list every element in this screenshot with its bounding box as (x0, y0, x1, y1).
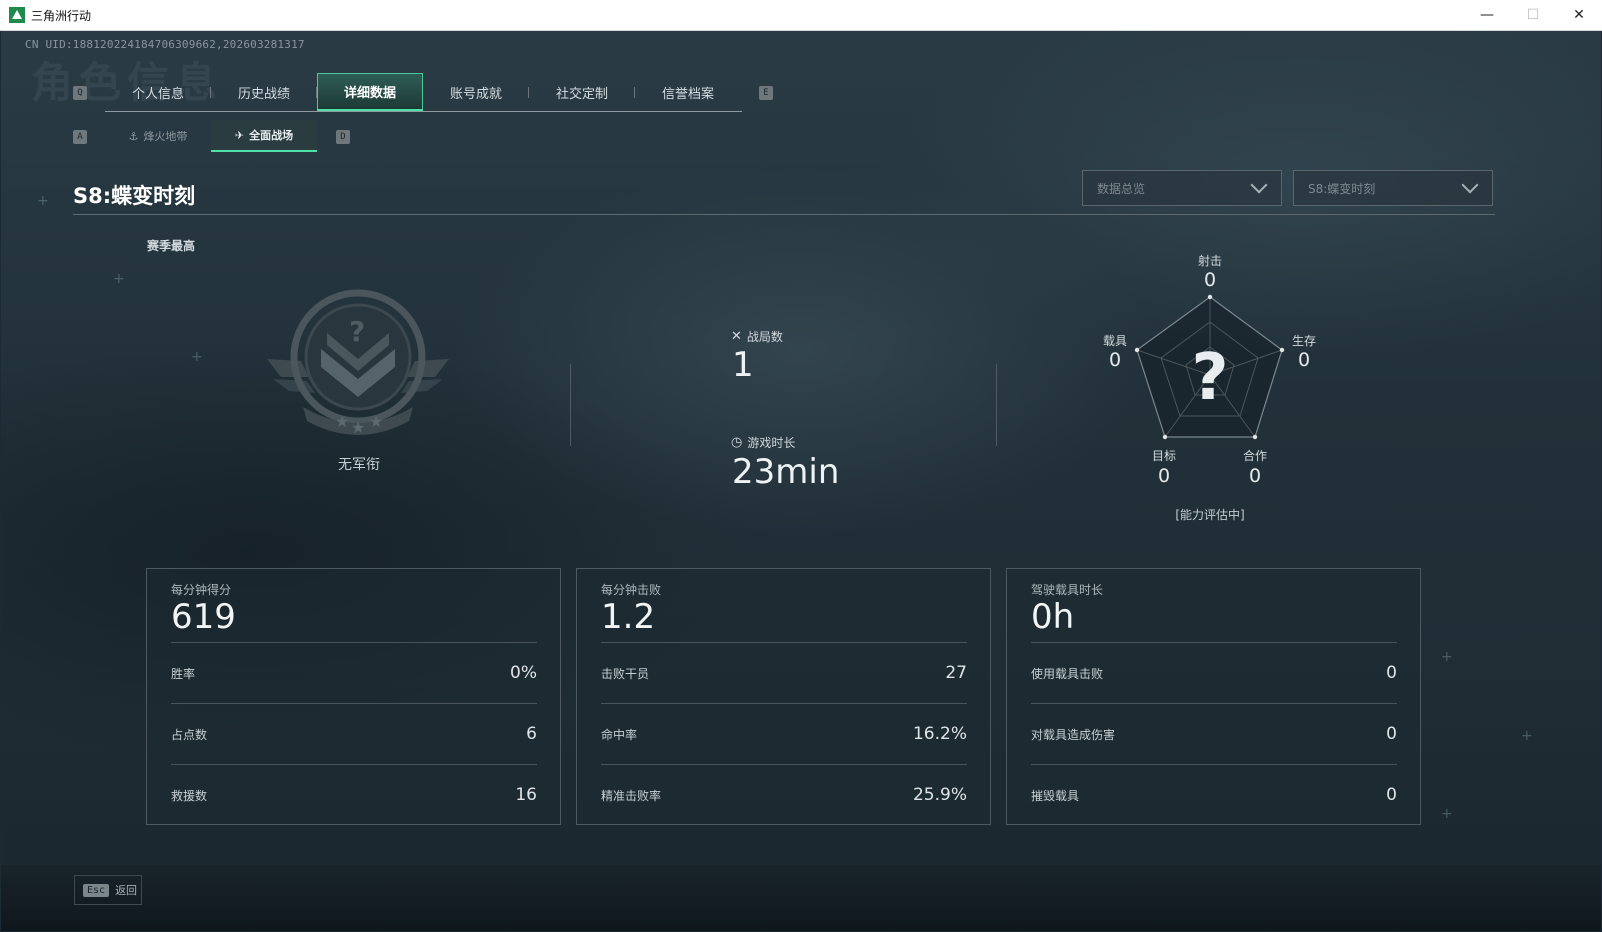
combat-stats-card: 每分钟击败 1.2 击败干员 27 命中率 16.2% 精准击败率 25.9% (576, 568, 991, 825)
playtime-value: 23min (732, 452, 840, 492)
close-button[interactable]: ✕ (1556, 0, 1602, 30)
matches-value: 1 (732, 345, 754, 385)
tab-next-key-e[interactable]: E (759, 86, 773, 100)
tab-achievements[interactable]: 账号成就 (423, 73, 529, 111)
radar-value-cooperation: 0 (1248, 465, 1262, 487)
card-head-label: 每分钟得分 (171, 583, 232, 597)
ability-eval-status: [能力评估中] (1175, 508, 1245, 522)
subtab-next-key-d[interactable]: D (336, 130, 350, 144)
minimize-button[interactable]: — (1464, 0, 1510, 30)
vehicle-stats-card: 驾驶载具时长 0h 使用载具击败 0 对载具造成伤害 0 摧毁载具 0 (1006, 568, 1421, 825)
radar-value-vehicle: 0 (1108, 349, 1122, 371)
rank-badge-icon: ★ ★ ★ ? (267, 289, 449, 437)
card-row: 占点数 6 (171, 703, 537, 764)
radar-label-cooperation: 合作 (1242, 449, 1267, 463)
esc-key-label: Esc (83, 883, 110, 897)
maximize-button[interactable]: ☐ (1510, 0, 1556, 30)
window-controls: — ☐ ✕ (1464, 0, 1602, 30)
deco-plus-icon: + (1521, 728, 1533, 744)
game-screen: 角色信息 CN UID:188120224184706309662,202603… (1, 31, 1601, 931)
tab-prev-key-q[interactable]: Q (73, 86, 87, 100)
app-logo-icon (9, 7, 25, 23)
score-stats-card: 每分钟得分 619 胜率 0% 占点数 6 救援数 16 (146, 568, 561, 825)
stopwatch-icon: ◷ (731, 435, 743, 450)
subtab-prev-key-a[interactable]: A (73, 130, 87, 144)
badge-question-mark: ? (349, 315, 365, 348)
card-head-label: 驾驶载具时长 (1031, 583, 1104, 597)
deco-plus-icon: + (37, 193, 49, 209)
svg-text:★: ★ (335, 412, 349, 431)
plane-icon: ✈ (234, 128, 245, 142)
tab-social[interactable]: 社交定制 (529, 73, 635, 111)
data-type-dropdown[interactable]: 数据总览 (1082, 170, 1282, 206)
window-title: 三角洲行动 (31, 8, 92, 23)
chevron-down-icon (1250, 176, 1268, 194)
card-row: 击败干员 27 (601, 642, 967, 703)
back-label: 返回 (115, 884, 138, 897)
radar-label-vehicle: 载具 (1102, 334, 1127, 348)
radar-question-mark: ? (1191, 341, 1228, 415)
tab-history[interactable]: 历史战绩 (211, 73, 317, 111)
crossed-swords-icon: ✕ (731, 329, 742, 344)
header-divider (73, 214, 1495, 215)
radar-label-shooting: 射击 (1197, 254, 1222, 268)
card-row: 对载具造成伤害 0 (1031, 703, 1397, 764)
vertical-divider (570, 364, 571, 446)
card-row: 使用载具击败 0 (1031, 642, 1397, 703)
season-dropdown[interactable]: S8:蝶变时刻 (1293, 170, 1493, 206)
tab-detailed-data[interactable]: 详细数据 (317, 73, 423, 111)
card-head-label: 每分钟击败 (601, 583, 662, 597)
matches-label: ✕ 战局数 (731, 329, 783, 344)
radar-value-survival: 0 (1297, 349, 1311, 371)
rank-label: 无军衔 (338, 457, 380, 473)
season-best-label: 赛季最高 (147, 239, 196, 253)
card-head-value: 1.2 (601, 597, 656, 637)
card-row: 救援数 16 (171, 764, 537, 825)
back-button[interactable]: Esc 返回 (74, 875, 142, 905)
tab-reputation[interactable]: 信誉档案 (635, 73, 741, 111)
card-head-value: 619 (171, 597, 236, 637)
mode-subtabs: ⚓ 烽火地带 ✈ 全面战场 (105, 120, 317, 152)
svg-text:★: ★ (369, 412, 383, 431)
radar-label-objective: 目标 (1151, 449, 1176, 463)
main-tabs: 个人信息 历史战绩 详细数据 账号成就 社交定制 信誉档案 (105, 73, 742, 112)
tab-personal-info[interactable]: 个人信息 (105, 73, 211, 111)
deco-plus-icon: + (1441, 649, 1453, 665)
subtab-operations[interactable]: ⚓ 烽火地带 (105, 120, 211, 152)
deco-plus-icon: + (1441, 806, 1453, 822)
playtime-label: ◷ 游戏时长 (731, 435, 796, 450)
radar-label-survival: 生存 (1291, 334, 1316, 348)
card-row: 胜率 0% (171, 642, 537, 703)
season-title: S8:蝶变时刻 (73, 184, 196, 208)
chevron-down-icon (1461, 176, 1479, 194)
radar-value-objective: 0 (1157, 465, 1171, 487)
svg-text:★: ★ (351, 418, 365, 437)
card-head-value: 0h (1031, 597, 1075, 637)
card-row: 精准击败率 25.9% (601, 764, 967, 825)
uid-label: CN UID:188120224184706309662,20260328131… (25, 38, 305, 51)
vertical-divider (996, 364, 997, 446)
card-row: 命中率 16.2% (601, 703, 967, 764)
window-titlebar: 三角洲行动 — ☐ ✕ (0, 0, 1602, 31)
footer-bar: Esc 返回 (1, 865, 1601, 931)
card-row: 摧毁载具 0 (1031, 764, 1397, 825)
deco-plus-icon: + (113, 271, 125, 287)
anchor-icon: ⚓ (128, 129, 139, 143)
deco-plus-icon: + (191, 349, 203, 365)
radar-value-shooting: 0 (1203, 269, 1217, 291)
subtab-warfare[interactable]: ✈ 全面战场 (211, 120, 317, 152)
